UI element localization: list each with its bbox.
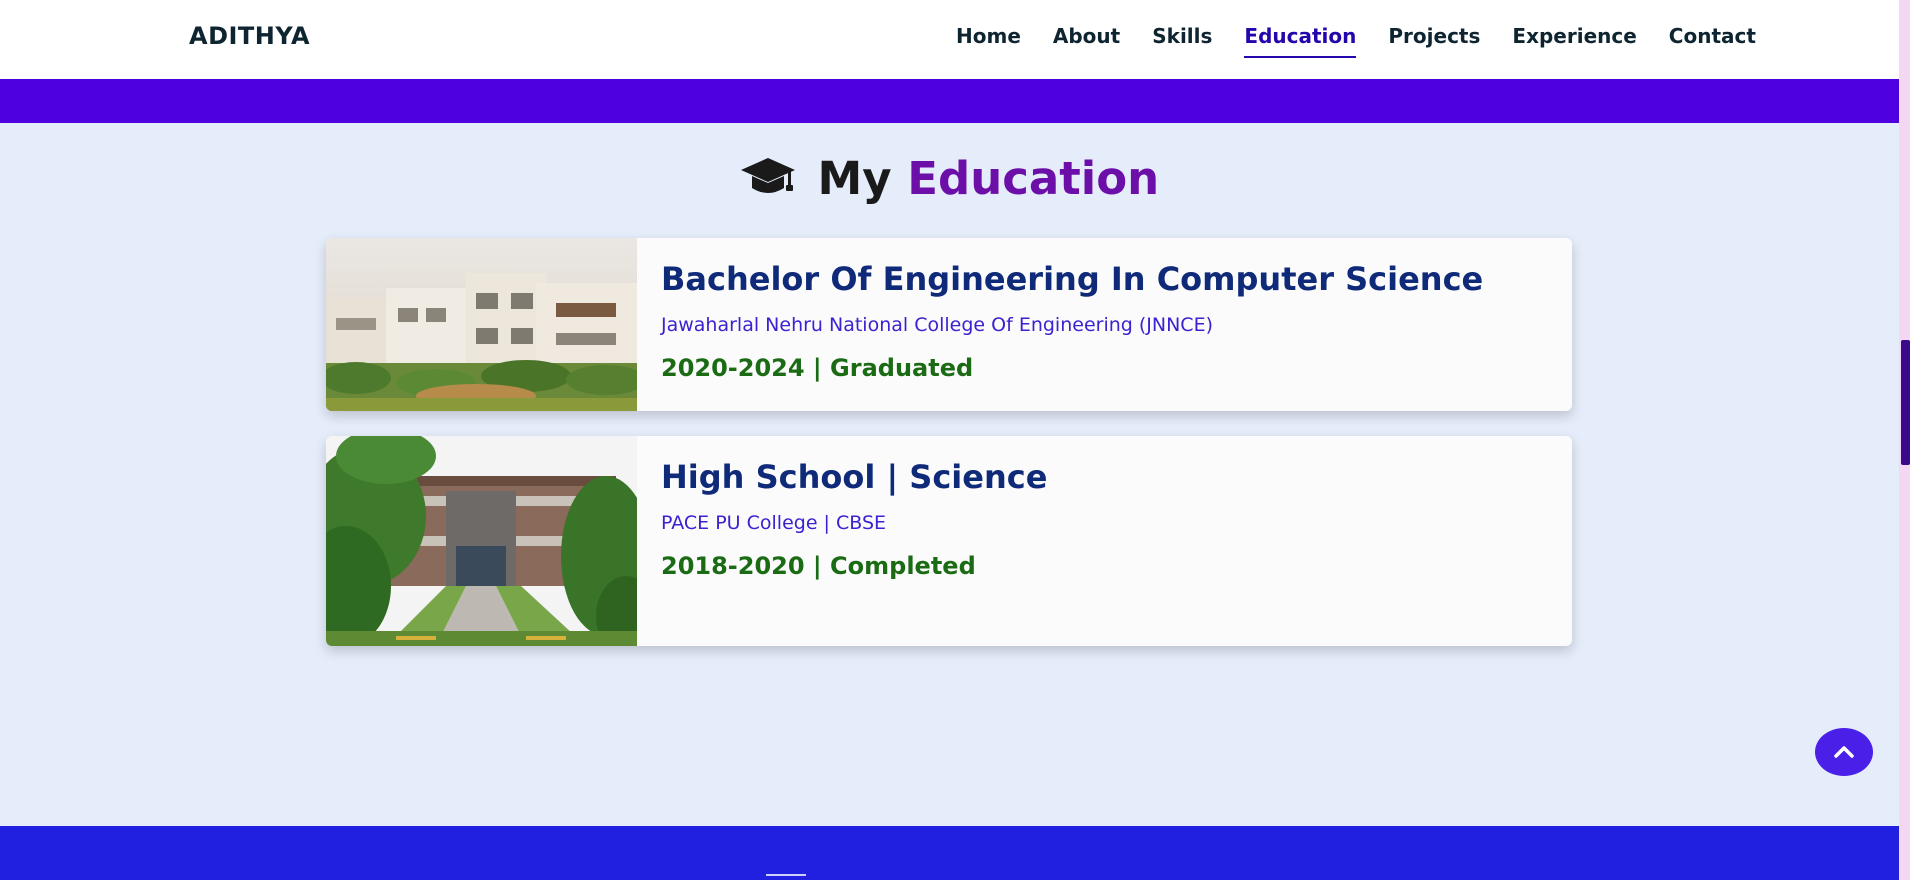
footer-divider <box>766 874 806 876</box>
card-content: High School | Science PACE PU College | … <box>661 458 1552 580</box>
vertical-scrollbar[interactable] <box>1899 0 1910 880</box>
navbar: ADITHYA Home About Skills Education Proj… <box>0 0 1899 79</box>
nav-contact[interactable]: Contact <box>1669 24 1756 58</box>
nav-about[interactable]: About <box>1053 24 1120 58</box>
nav-experience[interactable]: Experience <box>1512 24 1636 58</box>
section-heading: My Education <box>0 152 1899 211</box>
heading-prefix: My <box>817 152 892 205</box>
education-card: Bachelor Of Engineering In Computer Scie… <box>326 238 1572 411</box>
nav-projects[interactable]: Projects <box>1388 24 1480 58</box>
school-name: Jawaharlal Nehru National College Of Eng… <box>661 314 1213 336</box>
study-period: 2018-2020 | Completed <box>661 552 976 580</box>
nav-skills[interactable]: Skills <box>1152 24 1212 58</box>
main-nav: Home About Skills Education Projects Exp… <box>956 24 1756 58</box>
study-period: 2020-2024 | Graduated <box>661 354 974 382</box>
degree-title: High School | Science <box>661 458 1048 496</box>
card-content: Bachelor Of Engineering In Computer Scie… <box>661 260 1552 382</box>
scrollbar-thumb[interactable] <box>1901 340 1910 465</box>
site-logo[interactable]: ADITHYA <box>189 22 310 50</box>
graduation-cap-icon <box>740 156 796 211</box>
footer-band <box>0 826 1899 880</box>
chevron-up-icon <box>1833 744 1855 761</box>
nav-home[interactable]: Home <box>956 24 1021 58</box>
heading-accent: Education <box>907 152 1160 205</box>
school-name: PACE PU College | CBSE <box>661 512 887 534</box>
nav-education[interactable]: Education <box>1244 24 1357 58</box>
page: ADITHYA Home About Skills Education Proj… <box>0 0 1899 880</box>
degree-title: Bachelor Of Engineering In Computer Scie… <box>661 260 1484 298</box>
education-card: High School | Science PACE PU College | … <box>326 436 1572 646</box>
section-divider-top <box>0 79 1899 123</box>
scroll-to-top-button[interactable] <box>1815 728 1873 776</box>
school-building-image <box>326 436 637 646</box>
college-building-image <box>326 238 637 411</box>
